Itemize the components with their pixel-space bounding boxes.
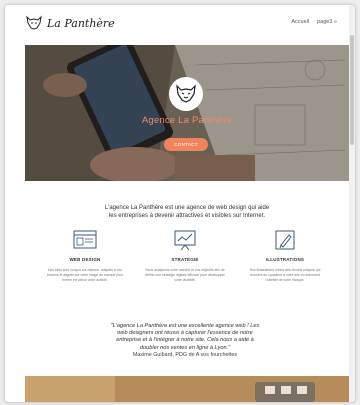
scrollbar[interactable] <box>349 5 355 402</box>
site-logo[interactable]: La Panthère <box>25 15 115 31</box>
scrollbar-thumb[interactable] <box>350 35 354 145</box>
panther-logo-icon <box>26 15 42 30</box>
testimonial-author: Maxime Guibard, PDG de A vos fourchettes <box>132 352 238 358</box>
testimonial-quote: "L'agence La Panthère est une excellente… <box>95 323 275 352</box>
bottom-banner-graphic <box>25 376 349 402</box>
main-nav: Accueil page3 » <box>291 19 337 25</box>
quote-line: doubler nos ventes en ligne à Lyon." <box>139 344 231 351</box>
service-illustrations: ILLUSTRATIONS Nos illustrateurs créent d… <box>245 229 325 283</box>
service-desc: Nos illustrateurs créent des visuels uni… <box>249 268 321 282</box>
service-web-design: WEB DESIGN Nos sites sont conçus sur-mes… <box>45 229 125 283</box>
bottom-banner-image <box>25 376 349 402</box>
service-title: ILLUSTRATIONS <box>265 257 305 262</box>
service-title: WEB DESIGN <box>69 257 101 262</box>
services-section: WEB DESIGN Nos sites sont conçus sur-mes… <box>45 229 325 283</box>
quote-line: entreprise et à l'intégrer à notre site.… <box>116 337 254 344</box>
intro-line-1: L'agence La Panthère est une agence de w… <box>104 205 270 211</box>
quote-line: "L'agence La Panthère est une excellente… <box>110 323 260 329</box>
logo-text: La Panthère <box>47 16 115 30</box>
hero-overlay <box>25 45 349 181</box>
nav-link-page3[interactable]: page3 » <box>317 19 337 25</box>
web-design-icon <box>73 230 97 249</box>
hero-banner: Agence La Panthère CONTACT <box>25 45 349 181</box>
hero-logo <box>169 77 203 111</box>
service-desc: Nous analysons votre marché et vos objec… <box>145 268 225 282</box>
panther-head-icon <box>176 84 196 103</box>
nav-link-home[interactable]: Accueil <box>291 19 309 25</box>
service-title: STRATÉGIE <box>171 257 199 262</box>
service-desc: Nos sites sont conçus sur-mesure, adapté… <box>46 268 124 282</box>
service-strategy: STRATÉGIE Nous analysons votre marché et… <box>145 229 225 283</box>
strategy-icon <box>174 230 196 251</box>
site-header: La Panthère Accueil page3 » <box>5 5 349 43</box>
contact-button[interactable]: CONTACT <box>164 138 208 151</box>
quote-line: web designers ont réussi à capturer l'es… <box>117 330 253 337</box>
intro-text: L'agence La Panthère est une agence de w… <box>45 204 329 220</box>
browser-frame: La Panthère Accueil page3 » Agence La Pa… <box>4 4 356 403</box>
illustrations-icon <box>275 230 295 250</box>
intro-line-2: les entreprises à devenir attractives et… <box>108 213 266 219</box>
hero-title: Agence La Panthère <box>141 115 233 126</box>
